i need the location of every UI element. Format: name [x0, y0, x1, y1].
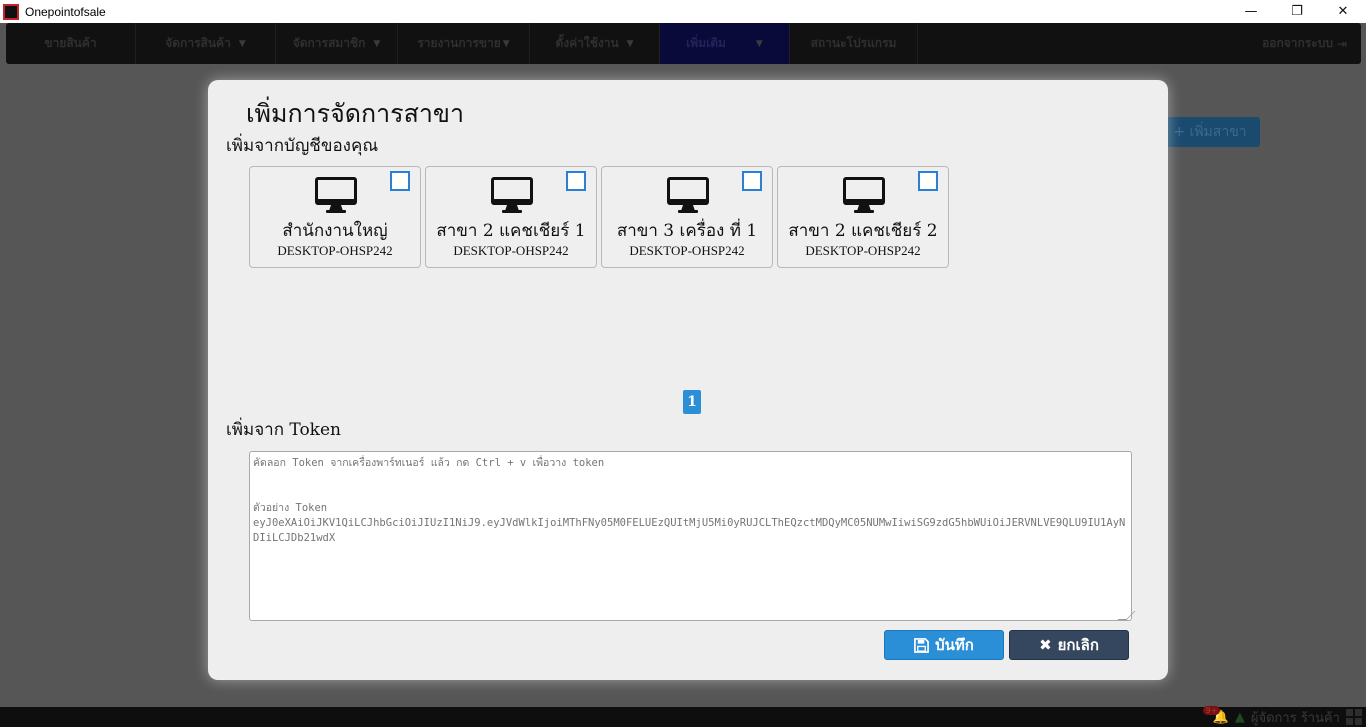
- nav-item-more[interactable]: เพิ่มเติม ▼: [660, 23, 790, 64]
- modal-title: เพิ่มการจัดการสาขา: [246, 99, 465, 128]
- device-hostname: DESKTOP-OHSP242: [453, 243, 569, 258]
- device-name: สำนักงานใหญ่: [282, 221, 388, 241]
- apps-grid-icon[interactable]: [1346, 709, 1362, 725]
- device-hostname: DESKTOP-OHSP242: [277, 243, 393, 258]
- status-right: 🔔 9+ ▲ ผู้จัดการ ร้านค้า: [1202, 705, 1362, 727]
- caret-down-icon: ▼: [238, 38, 246, 49]
- bell-icon[interactable]: 🔔 9+: [1202, 705, 1229, 725]
- device-card[interactable]: สาขา 3 เครื่อง ที่ 1 DESKTOP-OHSP242: [601, 166, 773, 268]
- nav-item-products[interactable]: จัดการสินค้า ▼: [136, 23, 276, 64]
- nav-item-label: รายงานการขาย: [417, 36, 501, 50]
- device-name: สาขา 3 เครื่อง ที่ 1: [616, 221, 758, 241]
- monitor-icon: [315, 177, 357, 213]
- monitor-icon: [667, 177, 709, 213]
- save-button[interactable]: บันทึก: [884, 630, 1004, 660]
- monitor-icon: [843, 177, 885, 213]
- nav-item-label: เพิ่มเติม: [686, 36, 726, 50]
- caret-down-icon: ▼: [373, 38, 381, 49]
- nav-item-members[interactable]: จัดการสมาชิก ▼: [276, 23, 398, 64]
- minimize-button[interactable]: —: [1228, 0, 1274, 23]
- window-titlebar: Onepointofsale — ❐ ✕: [0, 0, 1366, 23]
- caret-down-icon: ▼: [755, 38, 763, 49]
- status-bar: 🔔 9+ ▲ ผู้จัดการ ร้านค้า: [0, 705, 1366, 727]
- cancel-button[interactable]: ✖ ยกเลิก: [1009, 630, 1129, 660]
- tree-icon: ▲: [1234, 709, 1245, 725]
- restore-button[interactable]: ❐: [1274, 0, 1320, 23]
- app-logo-icon: [3, 3, 19, 20]
- device-checkbox[interactable]: [390, 171, 410, 191]
- device-hostname: DESKTOP-OHSP242: [629, 243, 745, 258]
- nav-item-label: จัดการสินค้า: [165, 36, 231, 50]
- page-button-1[interactable]: 1: [683, 390, 701, 414]
- device-checkbox[interactable]: [918, 171, 938, 191]
- window-title: Onepointofsale: [25, 4, 106, 19]
- logout-label: ออกจากระบบ: [1262, 36, 1333, 50]
- save-label: บันทึก: [935, 636, 974, 654]
- floppy-disk-icon: [914, 637, 930, 653]
- user-label[interactable]: ผู้จัดการ ร้านค้า: [1251, 707, 1340, 727]
- device-hostname: DESKTOP-OHSP242: [805, 243, 921, 258]
- nav-item-settings[interactable]: ตั้งค่าใช้งาน ▼: [530, 23, 660, 64]
- caret-down-icon: ▼: [502, 38, 510, 49]
- device-name: สาขา 2 แคชเชียร์ 2: [788, 221, 938, 241]
- nav-item-label: จัดการสมาชิก: [292, 36, 366, 50]
- main-navbar: ขายสินค้า จัดการสินค้า ▼ จัดการสมาชิก ▼ …: [6, 23, 1361, 64]
- device-checkbox[interactable]: [566, 171, 586, 191]
- window-controls: — ❐ ✕: [1228, 0, 1366, 23]
- token-input[interactable]: [249, 451, 1132, 621]
- monitor-icon: [491, 177, 533, 213]
- logout-link[interactable]: ออกจากระบบ ⇥: [1262, 23, 1361, 64]
- nav-item-program-status[interactable]: สถานะโปรแกรม: [790, 23, 918, 64]
- nav-item-label: สถานะโปรแกรม: [810, 36, 897, 50]
- close-button[interactable]: ✕: [1320, 0, 1366, 23]
- device-name: สาขา 2 แคชเชียร์ 1: [436, 221, 586, 241]
- notification-badge: 9+: [1202, 705, 1221, 715]
- add-branch-label: + เพิ่มสาขา: [1173, 124, 1247, 140]
- nav-item-sales-report[interactable]: รายงานการขาย ▼: [398, 23, 530, 64]
- nav-item-label: ตั้งค่าใช้งาน: [555, 36, 619, 50]
- logout-icon: ⇥: [1336, 36, 1347, 51]
- device-checkbox[interactable]: [742, 171, 762, 191]
- nav-item-sell[interactable]: ขายสินค้า: [6, 23, 136, 64]
- caret-down-icon: ▼: [626, 38, 634, 49]
- from-token-label: เพิ่มจาก Token: [226, 420, 341, 440]
- add-branch-button: + เพิ่มสาขา: [1160, 117, 1260, 147]
- device-card[interactable]: สาขา 2 แคชเชียร์ 1 DESKTOP-OHSP242: [425, 166, 597, 268]
- device-card[interactable]: สำนักงานใหญ่ DESKTOP-OHSP242: [249, 166, 421, 268]
- nav-item-label: ขายสินค้า: [44, 36, 97, 50]
- close-x-icon: ✖: [1039, 636, 1052, 654]
- from-account-label: เพิ่มจากบัญชีของคุณ: [226, 136, 379, 156]
- device-card[interactable]: สาขา 2 แคชเชียร์ 2 DESKTOP-OHSP242: [777, 166, 949, 268]
- cancel-label: ยกเลิก: [1057, 636, 1099, 654]
- add-branch-modal: เพิ่มการจัดการสาขา เพิ่มจากบัญชีของคุณ ส…: [208, 80, 1168, 680]
